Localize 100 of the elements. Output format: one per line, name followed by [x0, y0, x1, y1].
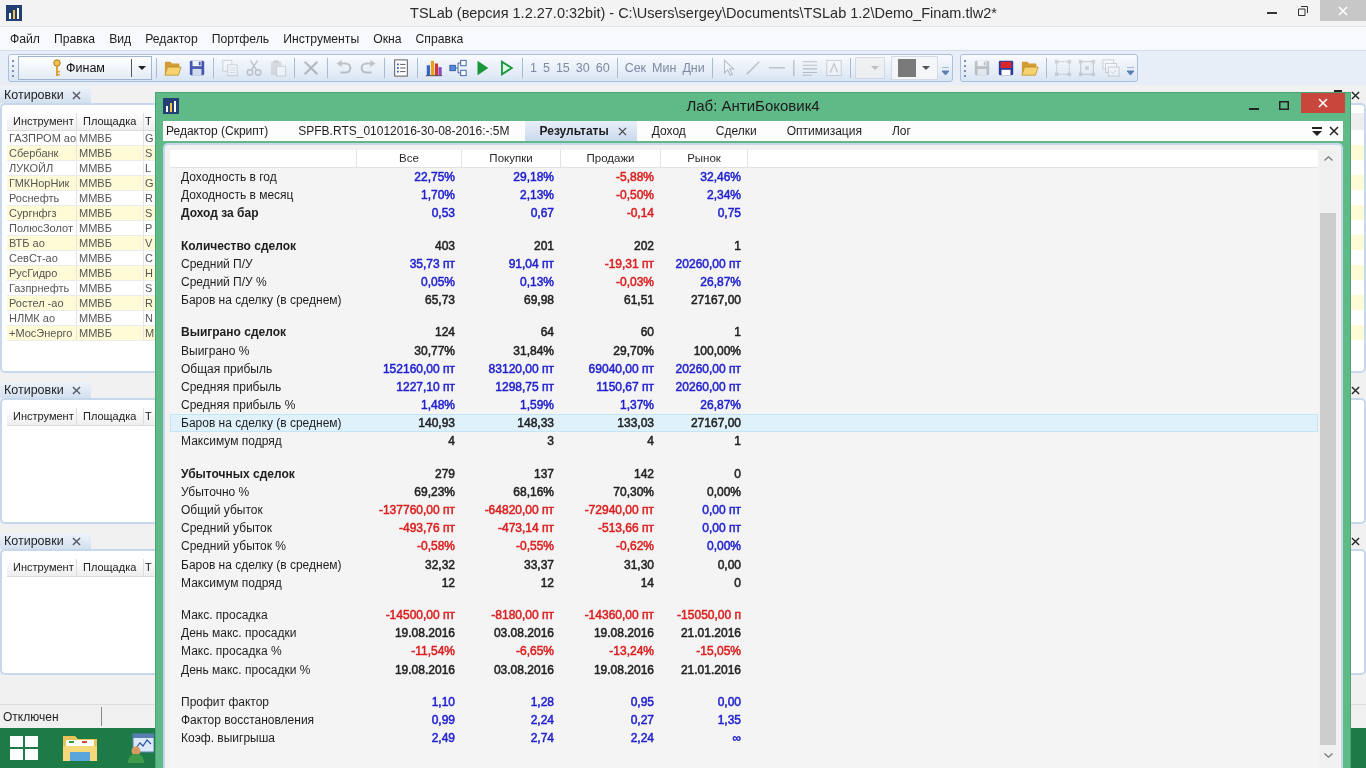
table-row[interactable]: Ростел -ао ММВБ R — [7, 296, 155, 311]
tab[interactable]: Редактор (Скрипт) — [163, 121, 284, 141]
tab[interactable]: Доход — [636, 121, 701, 141]
column-header[interactable]: Т — [144, 113, 155, 130]
table-row[interactable]: Количество сделок 403 201 202 1 — [170, 236, 1318, 255]
column-header[interactable]: Площадка — [77, 408, 144, 425]
close-icon[interactable] — [1351, 91, 1360, 100]
table-row[interactable]: Доходность в месяц 1,70% 2,13% -0,50% 2,34% — [170, 186, 1318, 205]
table-row[interactable]: Сбербанк ММВБ S — [7, 146, 155, 161]
table-row[interactable]: Максимум подряд 4 3 4 1 — [170, 432, 1318, 451]
table-row[interactable]: Средняя прибыль 1227,10 пт 1298,75 пт 1150,67 пт 20260,00 пт — [170, 377, 1318, 397]
table-row[interactable]: Баров на сделку (в среднем) 140,93 148,33 133,03 27167,00 — [170, 414, 1318, 433]
column-header[interactable]: Все — [399, 152, 419, 164]
restore-icon[interactable] — [1298, 5, 1308, 16]
table-row[interactable]: Фактор восстановления 0,99 2,24 0,27 1,35 — [170, 710, 1318, 730]
column-header[interactable]: Т — [144, 559, 155, 576]
panel-tab[interactable]: Котировки — [0, 533, 91, 549]
grip-icon[interactable] — [12, 59, 15, 77]
table-row[interactable]: Средняя прибыль % 1,48% 1,59% 1,37% 26,87% — [170, 396, 1318, 415]
caret-icon[interactable] — [138, 66, 146, 70]
table-row[interactable]: Общий убыток -137760,00 пт -64820,00 пт -72940,00 пт 0,00 пт — [170, 501, 1318, 520]
table-row[interactable]: Общая прибыль 152160,00 пт 83120,00 пт 69040,00 пт 20260,00 пт — [170, 359, 1318, 378]
menu-item[interactable]: Вид — [102, 31, 139, 46]
column-header[interactable]: Площадка — [77, 113, 144, 130]
table-row[interactable]: Убыточных сделок 279 137 142 0 — [170, 464, 1318, 483]
table-cell: -0,55% — [515, 539, 554, 554]
table-row[interactable]: Доход за бар 0,53 0,67 -0,14 0,75 — [170, 204, 1318, 223]
chart-window-icon[interactable] — [128, 733, 154, 763]
table-cell: -513,66 пт — [597, 521, 654, 536]
chevron-up-icon[interactable] — [1323, 156, 1333, 161]
table-row[interactable]: Макс. просадка % -11,54% -6,65% -13,24% -15,05% — [170, 642, 1318, 661]
close-icon[interactable] — [1351, 386, 1360, 395]
column-header[interactable]: Рынок — [687, 152, 721, 164]
close-icon[interactable] — [71, 536, 81, 546]
table-row[interactable]: Баров на сделку (в среднем) 32,32 33,37 31,30 0,00 — [170, 555, 1318, 574]
table-row[interactable]: Выиграно сделок 124 64 60 1 — [170, 323, 1318, 342]
table-row[interactable]: Средний убыток -493,76 пт -473,14 пт -513,66 пт 0,00 пт — [170, 519, 1318, 538]
table-row[interactable]: Сургнфгз ММВБ S — [7, 206, 155, 221]
close-button[interactable] — [1301, 93, 1345, 113]
table-row[interactable]: РусГидро ММВБ H — [7, 266, 155, 281]
menu-item[interactable]: Файл — [3, 31, 47, 46]
menu-item[interactable]: Инструменты — [276, 31, 367, 46]
folder-icon[interactable] — [62, 733, 98, 763]
tab[interactable]: Оптимизация — [771, 121, 877, 141]
grip-icon[interactable] — [964, 59, 968, 77]
menu-item[interactable]: Окна — [366, 31, 409, 46]
column-header[interactable]: Инструмент — [7, 113, 77, 130]
chevron-down-icon[interactable] — [1323, 753, 1333, 758]
menu-item[interactable]: Правка — [46, 31, 103, 46]
document-icon[interactable] — [392, 59, 410, 77]
column-header[interactable]: Инструмент — [7, 559, 77, 576]
minimize-icon[interactable] — [1267, 11, 1277, 14]
maximize-icon[interactable] — [1279, 101, 1289, 110]
toolbar-overflow-icon[interactable] — [942, 67, 950, 75]
table-row[interactable]: ВТБ ао ММВБ V — [7, 236, 155, 251]
table-row[interactable]: Убыточно % 69,23% 68,16% 70,30% 0,00% — [170, 482, 1318, 501]
tab[interactable]: Результаты — [524, 121, 637, 141]
toolbar-overflow-icon[interactable] — [1127, 67, 1135, 75]
column-header[interactable]: Продажи — [586, 152, 635, 164]
table-row[interactable]: Выиграно % 30,77% 31,84% 29,70% 100,00% — [170, 341, 1318, 360]
color-picker-button[interactable] — [891, 56, 939, 80]
table-row[interactable]: Средний убыток % -0,58% -0,55% -0,62% 0,00% — [170, 537, 1318, 556]
close-icon[interactable] — [1351, 537, 1360, 546]
close-icon[interactable] — [71, 90, 81, 100]
panel-tab[interactable]: Котировки — [0, 87, 91, 103]
table-row[interactable]: Коэф. выигрыша 2,49 2,74 2,24 ∞ — [170, 729, 1318, 748]
table-row[interactable]: +МосЭнерго ММВБ M — [7, 326, 155, 341]
table-row[interactable]: Профит фактор 1,10 1,28 0,95 0,00 — [170, 692, 1318, 711]
panel-tab[interactable]: Котировки — [0, 382, 91, 398]
windows-logo-icon[interactable] — [10, 736, 38, 760]
tab[interactable]: Лог — [876, 121, 926, 141]
close-icon[interactable] — [617, 126, 627, 136]
tab[interactable]: SPFB.RTS_01012016-30-08-2016:-:5M — [283, 121, 525, 141]
minimize-icon[interactable] — [1249, 107, 1259, 110]
table-row[interactable]: Баров на сделку (в среднем) 65,73 69,98 61,51 27167,00 — [170, 291, 1318, 310]
column-header[interactable]: Площадка — [77, 559, 144, 576]
column-header[interactable]: Покупки — [489, 152, 533, 164]
network-icon[interactable] — [449, 59, 467, 77]
table-row[interactable]: Средний П/У % 0,05% 0,13% -0,03% 26,87% — [170, 272, 1318, 292]
close-icon[interactable] — [1329, 126, 1339, 136]
folder-icon[interactable] — [1021, 59, 1040, 77]
bar-chart-icon[interactable] — [425, 59, 443, 77]
dropdown-menu-icon[interactable] — [1312, 126, 1322, 136]
close-icon[interactable] — [71, 385, 81, 395]
folder-icon[interactable] — [164, 59, 182, 77]
table-row[interactable]: День макс. просадки % 19.08.2016 03.08.2016 19.08.2016 21.01.2016 — [170, 660, 1318, 679]
column-header[interactable]: Инструмент — [7, 408, 77, 425]
column-header[interactable]: Т — [144, 408, 155, 425]
table-row[interactable]: Средний П/У 35,73 пт 91,04 пт -19,31 пт 20260,00 пт — [170, 254, 1318, 273]
table-row[interactable]: День макс. просадки 19.08.2016 03.08.2016 19.08.2016 21.01.2016 — [170, 624, 1318, 643]
menu-item[interactable]: Редактор — [138, 31, 205, 46]
table-cell: 1,48% — [420, 398, 455, 413]
table-row[interactable]: ГМКНорНик ММВБ G — [7, 176, 155, 191]
table-row[interactable]: Макс. просадка -14500,00 пт -8180,00 пт -14360,00 пт -15050,00 п — [170, 605, 1318, 625]
table-row[interactable]: Максимум подряд 12 12 14 0 — [170, 573, 1318, 592]
tab[interactable]: Сделки — [700, 121, 772, 141]
table-row[interactable]: Доходность в год 22,75% 29,18% -5,88% 32,46% — [170, 168, 1318, 187]
menu-item[interactable]: Портфель — [204, 31, 277, 46]
menu-item[interactable]: Справка — [408, 31, 471, 46]
account-dropdown[interactable]: Финам — [18, 56, 152, 80]
